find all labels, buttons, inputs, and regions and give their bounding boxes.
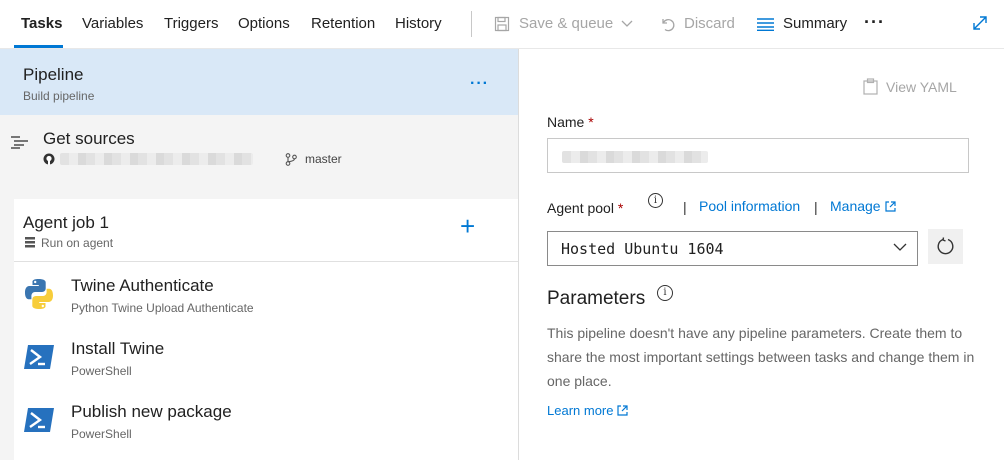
tab-triggers[interactable]: Triggers: [164, 15, 218, 32]
pipeline-item[interactable]: Pipeline Build pipeline ···: [0, 49, 518, 115]
toolbar-divider: [471, 11, 472, 37]
powershell-icon: [24, 345, 54, 369]
separator: |: [683, 199, 687, 215]
get-sources-item[interactable]: Get sources master: [0, 115, 518, 199]
refresh-icon: [937, 237, 954, 255]
chevron-down-icon: [893, 243, 907, 251]
get-sources-title: Get sources: [43, 129, 135, 148]
external-link-icon: [617, 405, 629, 416]
agent-job-title: Agent job 1: [23, 213, 110, 232]
name-field[interactable]: [547, 138, 969, 173]
github-icon: [43, 153, 55, 165]
task-item[interactable]: Publish new package PowerShell: [14, 388, 518, 451]
pool-information-link[interactable]: Pool information: [699, 198, 800, 214]
learn-more-link[interactable]: Learn more: [547, 403, 629, 418]
info-icon[interactable]: i: [657, 285, 673, 301]
manage-link[interactable]: Manage: [830, 198, 896, 214]
undo-icon: [662, 18, 675, 31]
task-list-panel: Pipeline Build pipeline ··· Get sources …: [0, 49, 519, 460]
view-yaml-button[interactable]: View YAML: [863, 78, 957, 95]
tab-tasks[interactable]: Tasks: [21, 15, 62, 32]
save-queue-button[interactable]: Save & queue: [494, 15, 633, 32]
sources-icon: [11, 136, 28, 149]
summary-label: Summary: [783, 15, 848, 32]
clipboard-icon: [863, 78, 878, 95]
pipeline-details-panel: View YAML Name * Agent pool * i | Pool i…: [520, 49, 1004, 460]
server-icon: [25, 237, 35, 248]
agent-job-item[interactable]: Agent job 1 Run on agent +: [14, 199, 518, 262]
chevron-down-icon: [621, 20, 633, 27]
save-queue-label: Save & queue: [519, 15, 614, 32]
tab-variables[interactable]: Variables: [82, 15, 143, 32]
list-icon: [757, 17, 774, 31]
tab-history[interactable]: History: [395, 15, 442, 32]
top-toolbar: Tasks Variables Triggers Options Retenti…: [0, 0, 1004, 49]
task-title: Install Twine: [71, 339, 165, 358]
name-value-redacted: [562, 151, 708, 163]
external-link-icon: [884, 200, 896, 212]
add-task-button[interactable]: +: [460, 213, 475, 239]
task-item[interactable]: Twine Authenticate Python Twine Upload A…: [14, 262, 518, 325]
pipeline-title: Pipeline: [23, 65, 84, 84]
learn-more-label: Learn more: [547, 403, 614, 418]
refresh-button[interactable]: [928, 229, 963, 264]
active-tab-indicator: [14, 45, 63, 48]
agent-pool-value: Hosted Ubuntu 1604: [561, 240, 724, 258]
pipeline-subtitle: Build pipeline: [23, 89, 95, 103]
view-yaml-label: View YAML: [886, 78, 957, 95]
tab-retention[interactable]: Retention: [311, 15, 375, 32]
summary-button[interactable]: Summary: [757, 15, 847, 32]
agent-pool-label: Agent pool *: [547, 200, 624, 216]
separator: |: [814, 199, 818, 215]
discard-label: Discard: [684, 15, 735, 32]
parameters-description: This pipeline doesn't have any pipeline …: [547, 325, 975, 389]
task-title: Publish new package: [71, 402, 232, 421]
discard-button[interactable]: Discard: [659, 15, 735, 32]
agent-job-card: Agent job 1 Run on agent + Twine Authent…: [14, 199, 518, 460]
task-subtitle: PowerShell: [71, 427, 132, 441]
pipeline-more-button[interactable]: ···: [470, 75, 489, 93]
agent-job-subtitle: Run on agent: [41, 236, 114, 250]
tab-options[interactable]: Options: [238, 15, 290, 32]
task-subtitle: Python Twine Upload Authenticate: [71, 301, 254, 315]
parameters-title: Parameters: [547, 288, 646, 309]
save-icon: [494, 16, 510, 31]
branch-name: master: [305, 152, 342, 166]
task-item[interactable]: Install Twine PowerShell: [14, 325, 518, 388]
python-icon: [25, 279, 53, 309]
repository-name-redacted: [60, 153, 253, 165]
task-subtitle: PowerShell: [71, 364, 132, 378]
powershell-icon: [24, 408, 54, 432]
manage-label: Manage: [830, 198, 881, 214]
task-title: Twine Authenticate: [71, 276, 214, 295]
more-actions-button[interactable]: ···: [864, 12, 885, 33]
expand-icon[interactable]: [972, 15, 988, 36]
branch-icon: [285, 153, 297, 166]
info-icon[interactable]: i: [648, 193, 663, 208]
name-label: Name *: [547, 114, 594, 130]
agent-pool-select[interactable]: Hosted Ubuntu 1604: [547, 231, 918, 266]
